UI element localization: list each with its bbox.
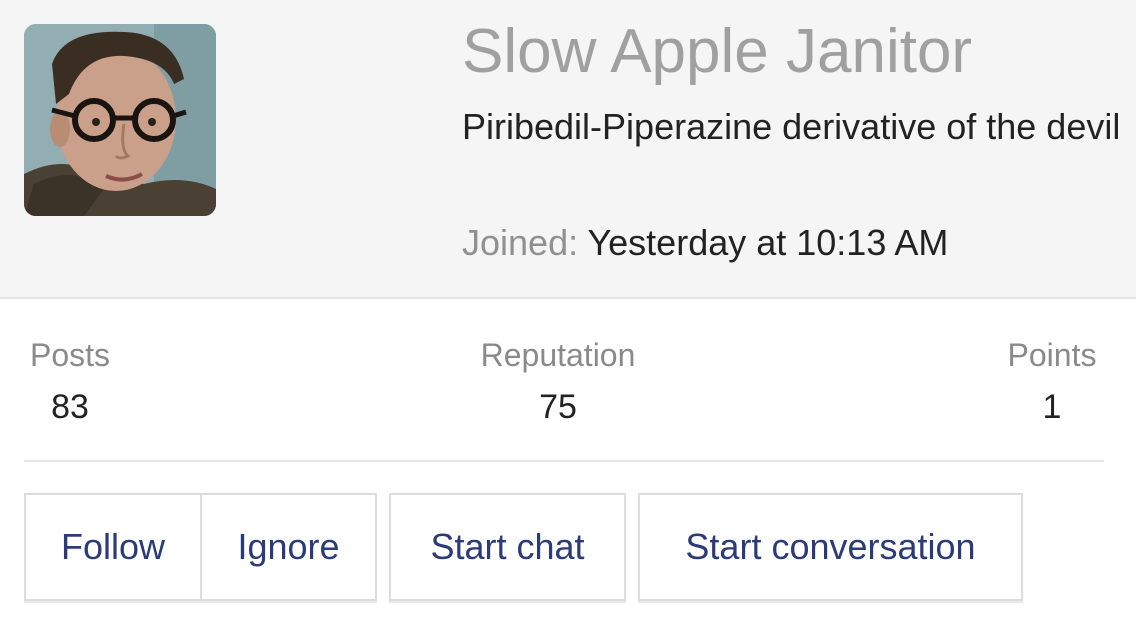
avatar-image: [24, 24, 216, 216]
stat-points-value: 1: [1042, 388, 1062, 426]
divider: [24, 460, 1104, 462]
stat-posts-label: Posts: [29, 337, 111, 373]
start-chat-button[interactable]: Start chat: [389, 493, 626, 601]
follow-button[interactable]: Follow: [24, 493, 202, 601]
profile-header: Slow Apple Janitor Piribedil-Piperazine …: [0, 0, 1136, 299]
joined-label: Joined:: [462, 222, 579, 263]
joined-value: Yesterday at 10:13 AM: [587, 222, 949, 263]
stat-posts-value: 83: [51, 388, 89, 426]
stat-reputation-label: Reputation: [480, 337, 636, 373]
follow-ignore-group: Follow Ignore: [24, 493, 377, 601]
ignore-button[interactable]: Ignore: [202, 493, 377, 601]
avatar[interactable]: [24, 24, 216, 216]
stat-reputation-value: 75: [539, 388, 577, 426]
username[interactable]: Slow Apple Janitor: [462, 14, 972, 90]
stat-reputation[interactable]: Reputation 75: [470, 334, 646, 430]
conversation-group: Start conversation: [638, 493, 1023, 601]
stat-posts[interactable]: Posts 83: [24, 334, 116, 430]
stat-points-label: Points: [1007, 337, 1097, 373]
user-title: Piribedil-Piperazine derivative of the d…: [462, 106, 1121, 147]
stat-points[interactable]: Points 1: [1000, 334, 1104, 430]
start-conversation-button[interactable]: Start conversation: [638, 493, 1023, 601]
joined-info: Joined: Yesterday at 10:13 AM: [462, 220, 948, 266]
chat-group: Start chat: [389, 493, 626, 601]
